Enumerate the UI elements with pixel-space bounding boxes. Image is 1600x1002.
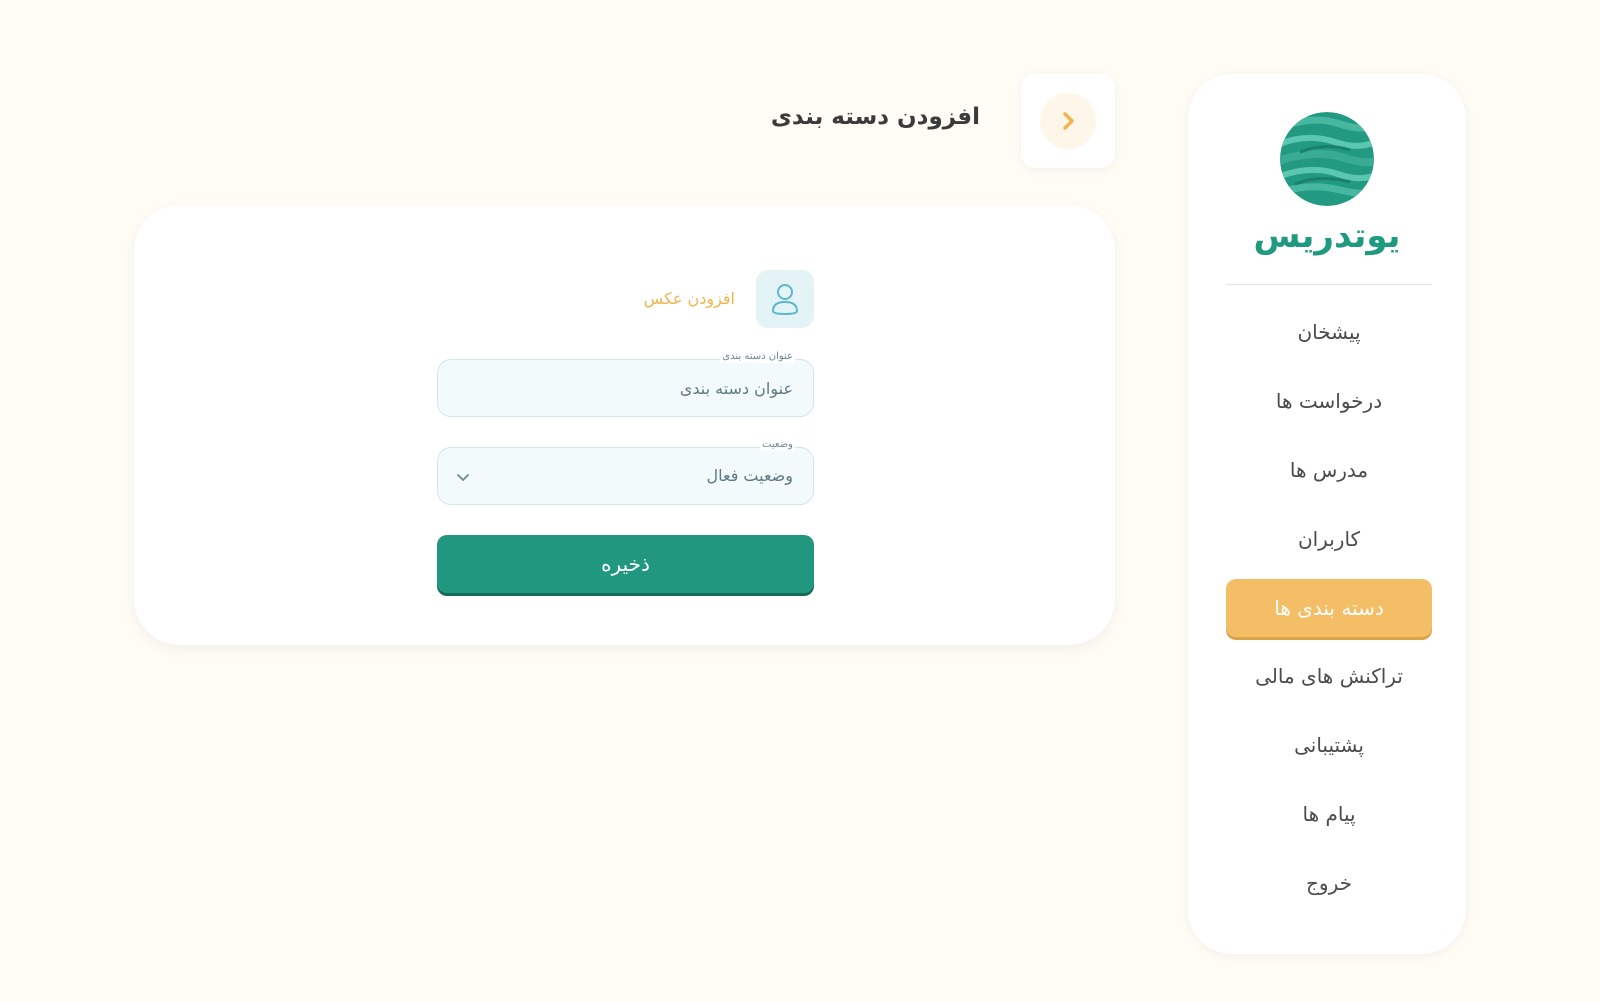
brand-name: یوتدریس <box>1253 216 1401 256</box>
page-title: افزودن دسته بندی <box>770 104 980 130</box>
page: یوتدریس پیشخان درخواست ها مدرس ها کاربرا… <box>0 0 1600 1002</box>
back-button[interactable] <box>1021 74 1115 168</box>
avatar-upload-button[interactable] <box>756 270 814 328</box>
sidebar-item-dashboard[interactable]: پیشخان <box>1226 303 1432 361</box>
sidebar-item-logout[interactable]: خروج <box>1226 854 1432 912</box>
sidebar-item-users[interactable]: کاربران <box>1226 510 1432 568</box>
save-button[interactable]: ذخیره <box>437 535 814 593</box>
category-title-input[interactable] <box>438 360 813 416</box>
back-circle <box>1040 93 1096 149</box>
add-category-card: افزودن عکس عنوان دسته بندی وضعیت وضعیت ف… <box>134 205 1115 645</box>
sidebar-item-teachers[interactable]: مدرس ها <box>1226 441 1432 499</box>
category-title-field: عنوان دسته بندی <box>437 351 814 417</box>
sidebar: یوتدریس پیشخان درخواست ها مدرس ها کاربرا… <box>1188 74 1466 954</box>
sidebar-item-categories[interactable]: دسته بندی ها <box>1226 579 1432 637</box>
chevron-right-icon <box>1063 112 1074 130</box>
chevron-down-icon <box>457 474 469 481</box>
sidebar-item-support[interactable]: پشتیبانی <box>1226 716 1432 774</box>
status-label: وضعیت <box>760 439 795 451</box>
user-icon <box>771 284 799 316</box>
sidebar-item-messages[interactable]: پیام ها <box>1226 785 1432 843</box>
sidebar-divider <box>1226 284 1432 285</box>
sidebar-item-transactions[interactable]: تراکنش های مالی <box>1226 647 1432 705</box>
logo-globe-icon <box>1280 112 1374 206</box>
status-value: وضعیت فعال <box>706 466 793 485</box>
sidebar-item-requests[interactable]: درخواست ها <box>1226 372 1432 430</box>
add-photo-link[interactable]: افزودن عکس <box>644 289 735 308</box>
status-select[interactable]: وضعیت وضعیت فعال <box>437 439 814 505</box>
